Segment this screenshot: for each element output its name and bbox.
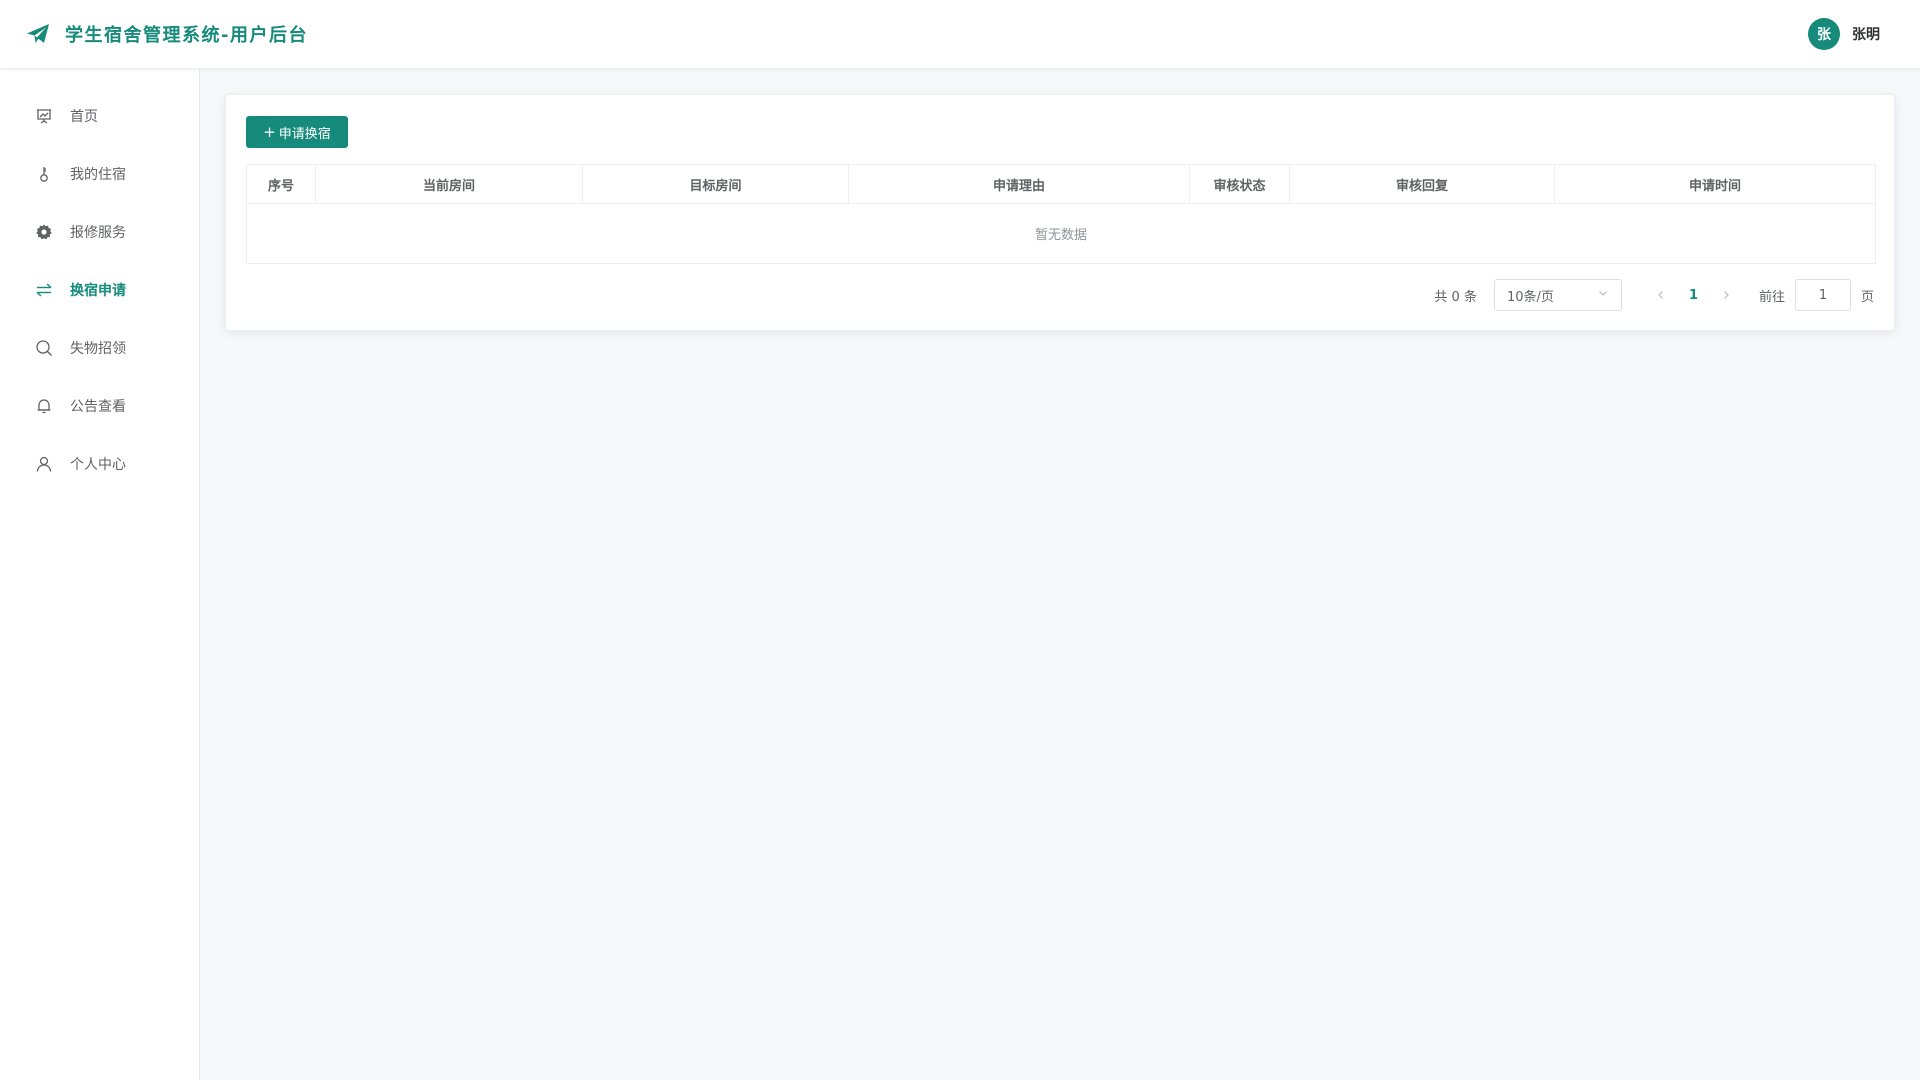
column-header-index[interactable]: 序号	[247, 165, 316, 203]
page-size-select[interactable]: 10条/页	[1493, 279, 1622, 311]
paper-plane-icon	[25, 21, 51, 47]
top-header: 学生宿舍管理系统-用户后台 张 张明	[0, 0, 1920, 69]
column-header-review-reply[interactable]: 审核回复	[1290, 165, 1555, 203]
sidebar-item-repair-service[interactable]: 报修服务	[0, 203, 199, 261]
sidebar-item-label: 失物招领	[70, 341, 126, 357]
dorm-change-table: 序号 当前房间 目标房间 申请理由 审核状态 审核回复 申请时间 暂无数据	[246, 164, 1876, 264]
sidebar-item-label: 个人中心	[70, 457, 126, 473]
user-icon	[34, 454, 54, 474]
sidebar-item-label: 首页	[70, 109, 98, 125]
search-icon	[34, 338, 54, 358]
table-header: 序号 当前房间 目标房间 申请理由 审核状态 审核回复 申请时间	[247, 165, 1875, 204]
presentation-icon	[34, 106, 54, 126]
chevron-left-icon	[1658, 291, 1663, 299]
apply-button-label: 申请换宿	[278, 126, 331, 142]
table-empty-text: 暂无数据	[1034, 228, 1087, 243]
column-header-review-status[interactable]: 审核状态	[1190, 165, 1290, 203]
chevron-right-icon	[1724, 291, 1729, 299]
apply-dorm-change-button[interactable]: + 申请换宿	[246, 116, 348, 148]
column-header-current-room[interactable]: 当前房间	[316, 165, 583, 203]
user-name[interactable]: 张明	[1852, 24, 1880, 44]
column-header-reason[interactable]: 申请理由	[849, 165, 1190, 203]
sidebar-item-lost-found[interactable]: 失物招领	[0, 319, 199, 377]
page-size-value: 10条/页	[1506, 289, 1554, 305]
app-title: 学生宿舍管理系统-用户后台	[65, 25, 308, 46]
pagination-total: 共 0 条	[1434, 289, 1477, 305]
gear-icon	[34, 222, 54, 242]
sidebar-item-my-accommodation[interactable]: 我的住宿	[0, 145, 199, 203]
sidebar: 首页 我的住宿 报修服务 换宿申请 失物招领 公告查看 个人中心	[0, 69, 200, 1080]
column-header-target-room[interactable]: 目标房间	[583, 165, 849, 203]
sidebar-item-personal-center[interactable]: 个人中心	[0, 435, 199, 493]
key-icon	[34, 164, 54, 184]
column-header-apply-time[interactable]: 申请时间	[1555, 165, 1875, 203]
goto-page-input[interactable]	[1794, 279, 1851, 311]
goto-label: 前往	[1758, 289, 1785, 305]
bell-icon	[34, 396, 54, 416]
swap-icon	[34, 280, 54, 300]
sidebar-item-announcements[interactable]: 公告查看	[0, 377, 199, 435]
page-number-current[interactable]: 1	[1676, 279, 1711, 311]
user-menu[interactable]: 张 张明	[1808, 18, 1880, 50]
next-page-button[interactable]	[1711, 279, 1741, 311]
sidebar-item-home[interactable]: 首页	[0, 87, 199, 145]
dorm-change-card: + 申请换宿 序号 当前房间 目标房间 申请理由 审核状态 审核回复 申请时间 …	[225, 94, 1895, 331]
sidebar-item-label: 公告查看	[70, 399, 126, 415]
chevron-down-icon	[1597, 287, 1609, 303]
prev-page-button[interactable]	[1646, 279, 1676, 311]
goto-page-unit: 页	[1860, 289, 1874, 305]
sidebar-item-label: 换宿申请	[70, 283, 126, 299]
avatar[interactable]: 张	[1808, 18, 1840, 50]
sidebar-item-dorm-change[interactable]: 换宿申请	[0, 261, 199, 319]
sidebar-item-label: 报修服务	[70, 225, 126, 241]
brand: 学生宿舍管理系统-用户后台	[25, 21, 308, 47]
sidebar-item-label: 我的住宿	[70, 167, 126, 183]
pagination: 共 0 条 10条/页 1 前往 页	[1434, 279, 1874, 311]
plus-icon: +	[263, 122, 276, 141]
